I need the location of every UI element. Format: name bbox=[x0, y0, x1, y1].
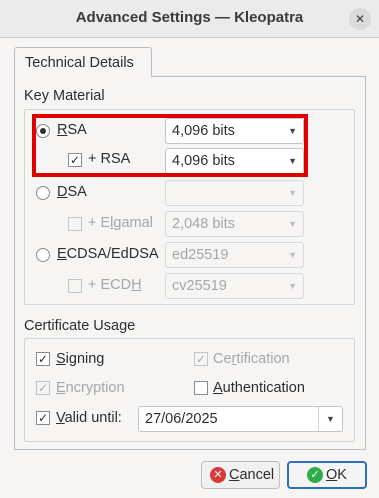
chevron-down-icon: ▼ bbox=[288, 188, 297, 198]
ecdh-checkbox[interactable] bbox=[68, 279, 82, 293]
valid-until-date-field[interactable]: 27/06/2025 ▼ bbox=[138, 406, 343, 432]
elgamal-checkbox[interactable] bbox=[68, 217, 82, 231]
window-title: Advanced Settings — Kleopatra bbox=[75, 9, 304, 26]
elgamal-size-select[interactable]: 2,048 bits ▼ bbox=[165, 211, 304, 237]
tab-label: Technical Details bbox=[25, 55, 134, 71]
dsa-label: DSA bbox=[57, 184, 87, 200]
dsa-radio[interactable] bbox=[36, 186, 50, 200]
close-icon[interactable]: ✕ bbox=[349, 8, 371, 30]
tab-technical-details[interactable]: Technical Details bbox=[14, 47, 152, 77]
elgamal-label: + Elgamal bbox=[88, 215, 153, 231]
ecdsa-curve-value: ed25519 bbox=[172, 247, 229, 263]
chevron-down-icon[interactable]: ▼ bbox=[318, 407, 342, 431]
dsa-size-select[interactable]: ▼ bbox=[165, 180, 304, 206]
ecdsa-curve-select[interactable]: ed25519 ▼ bbox=[165, 242, 304, 268]
ecdsa-radio[interactable] bbox=[36, 248, 50, 262]
cancel-button[interactable]: ✕ Cancel bbox=[201, 461, 280, 489]
encryption-label: Encryption bbox=[56, 380, 125, 396]
valid-until-label: Valid until: bbox=[56, 410, 122, 426]
signing-label: Signing bbox=[56, 351, 105, 367]
certification-checkbox[interactable]: ✓ bbox=[194, 352, 208, 366]
valid-until-checkbox[interactable]: ✓ bbox=[36, 411, 50, 425]
title-bar: Advanced Settings — Kleopatra ✕ bbox=[0, 0, 379, 38]
signing-checkbox[interactable]: ✓ bbox=[36, 352, 50, 366]
encryption-checkbox[interactable]: ✓ bbox=[36, 381, 50, 395]
authentication-label: Authentication bbox=[213, 380, 305, 396]
certificate-usage-title: Certificate Usage bbox=[24, 318, 136, 334]
ok-button[interactable]: ✓ OK bbox=[287, 461, 367, 489]
ecdh-curve-select[interactable]: cv25519 ▼ bbox=[165, 273, 304, 299]
cancel-button-label: Cancel bbox=[229, 467, 275, 483]
chevron-down-icon: ▼ bbox=[288, 250, 297, 260]
ecdh-curve-value: cv25519 bbox=[172, 278, 227, 294]
highlight-frame bbox=[32, 114, 308, 177]
elgamal-size-value: 2,048 bits bbox=[172, 216, 235, 232]
cancel-icon: ✕ bbox=[210, 467, 226, 483]
authentication-checkbox[interactable] bbox=[194, 381, 208, 395]
chevron-down-icon: ▼ bbox=[288, 219, 297, 229]
check-circle-icon: ✓ bbox=[307, 467, 323, 483]
ecdh-label: + ECDH bbox=[88, 277, 142, 293]
valid-until-date-value: 27/06/2025 bbox=[145, 411, 218, 427]
ecdsa-label: ECDSA/EdDSA bbox=[57, 246, 159, 262]
certification-label: Certification bbox=[213, 351, 290, 367]
chevron-down-icon: ▼ bbox=[288, 281, 297, 291]
ok-button-label: OK bbox=[326, 467, 347, 483]
key-material-title: Key Material bbox=[24, 88, 105, 104]
